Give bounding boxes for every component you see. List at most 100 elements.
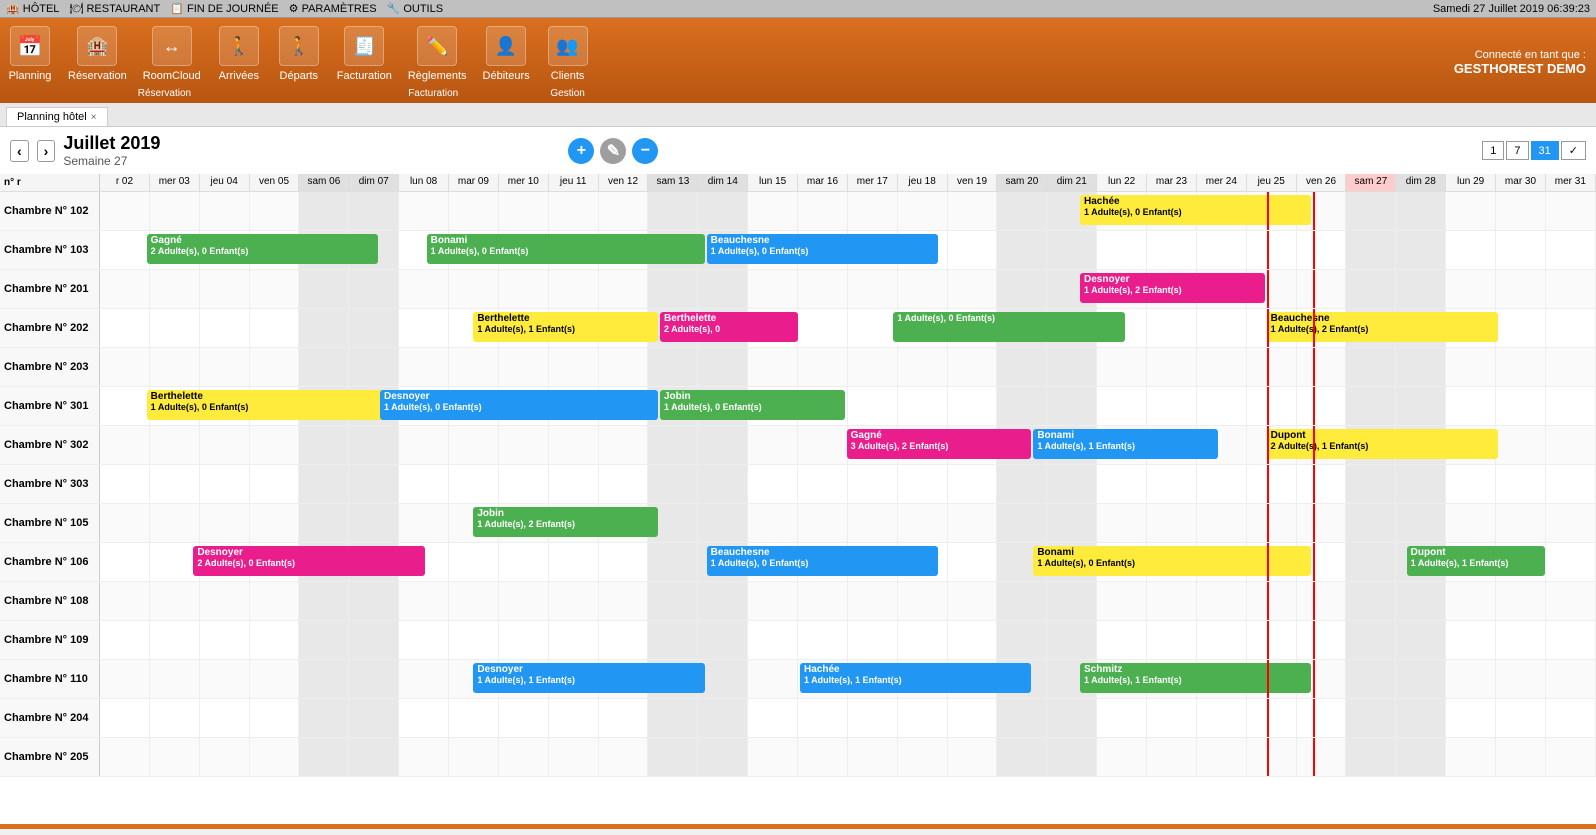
day-cell-r2-d16[interactable] — [898, 270, 948, 308]
day-cell-r6-d12[interactable] — [698, 426, 748, 464]
day-cell-r11-d23[interactable] — [1247, 621, 1297, 659]
day-cell-r9-d9[interactable] — [549, 543, 599, 581]
menu-outils[interactable]: 🔧 OUTILS — [387, 2, 443, 15]
day-cell-r14-d18[interactable] — [997, 738, 1047, 776]
reservation-block[interactable]: Dupont2 Adulte(s), 1 Enfant(s) — [1267, 429, 1498, 459]
day-cell-r8-d0[interactable] — [100, 504, 150, 542]
day-cell-r13-d7[interactable] — [449, 699, 499, 737]
day-cell-r11-d14[interactable] — [798, 621, 848, 659]
day-cell-r13-d28[interactable] — [1496, 699, 1546, 737]
day-cell-r5-d16[interactable] — [898, 387, 948, 425]
day-cell-r1-d24[interactable] — [1297, 231, 1347, 269]
reservation-block[interactable]: Desnoyer1 Adulte(s), 2 Enfant(s) — [1080, 273, 1265, 303]
day-cell-r10-d1[interactable] — [150, 582, 200, 620]
menu-fin-journee[interactable]: 📋 FIN DE JOURNÉE — [170, 2, 278, 15]
day-cell-r2-d1[interactable] — [150, 270, 200, 308]
day-cell-r4-d8[interactable] — [499, 348, 549, 386]
day-cell-r13-d29[interactable] — [1546, 699, 1596, 737]
day-cell-r3-d2[interactable] — [200, 309, 250, 347]
day-cell-r10-d6[interactable] — [399, 582, 449, 620]
day-cell-r14-d19[interactable] — [1047, 738, 1097, 776]
day-cell-r5-d22[interactable] — [1197, 387, 1247, 425]
day-cell-r9-d17[interactable] — [948, 543, 998, 581]
day-cell-r13-d19[interactable] — [1047, 699, 1097, 737]
reservation-block[interactable]: Berthelette1 Adulte(s), 1 Enfant(s) — [473, 312, 658, 342]
day-cell-r7-d23[interactable] — [1247, 465, 1297, 503]
day-cell-r12-d13[interactable] — [748, 660, 798, 698]
day-cell-r5-d27[interactable] — [1446, 387, 1496, 425]
day-cell-r0-d9[interactable] — [549, 192, 599, 230]
day-cell-r13-d14[interactable] — [798, 699, 848, 737]
day-cell-r4-d16[interactable] — [898, 348, 948, 386]
day-cell-r1-d18[interactable] — [997, 231, 1047, 269]
day-cell-r6-d28[interactable] — [1496, 426, 1546, 464]
day-cell-r5-d21[interactable] — [1147, 387, 1197, 425]
day-cell-r9-d1[interactable] — [150, 543, 200, 581]
day-cell-r9-d0[interactable] — [100, 543, 150, 581]
next-month-btn[interactable]: › — [37, 140, 56, 162]
day-cell-r10-d24[interactable] — [1297, 582, 1347, 620]
day-cell-r14-d25[interactable] — [1346, 738, 1396, 776]
day-cell-r5-d28[interactable] — [1496, 387, 1546, 425]
day-cell-r0-d16[interactable] — [898, 192, 948, 230]
day-cell-r7-d25[interactable] — [1346, 465, 1396, 503]
reservation-block[interactable]: Gagné3 Adulte(s), 2 Enfant(s) — [847, 429, 1032, 459]
day-cell-r13-d10[interactable] — [599, 699, 649, 737]
reservation-block[interactable]: Beauchesne1 Adulte(s), 0 Enfant(s) — [707, 234, 938, 264]
day-cell-r7-d19[interactable] — [1047, 465, 1097, 503]
day-cell-r12-d2[interactable] — [200, 660, 250, 698]
day-cell-r9-d11[interactable] — [648, 543, 698, 581]
day-cell-r13-d2[interactable] — [200, 699, 250, 737]
day-cell-r4-d24[interactable] — [1297, 348, 1347, 386]
day-cell-r11-d22[interactable] — [1197, 621, 1247, 659]
day-cell-r5-d17[interactable] — [948, 387, 998, 425]
day-cell-r14-d29[interactable] — [1546, 738, 1596, 776]
day-cell-r7-d24[interactable] — [1297, 465, 1347, 503]
day-cell-r9-d10[interactable] — [599, 543, 649, 581]
day-cell-r2-d15[interactable] — [848, 270, 898, 308]
view-7day-btn[interactable]: 7 — [1506, 141, 1528, 160]
day-cell-r6-d3[interactable] — [250, 426, 300, 464]
day-cell-r3-d0[interactable] — [100, 309, 150, 347]
day-cell-r13-d9[interactable] — [549, 699, 599, 737]
day-cell-r6-d11[interactable] — [648, 426, 698, 464]
day-cell-r14-d0[interactable] — [100, 738, 150, 776]
day-cell-r3-d6[interactable] — [399, 309, 449, 347]
day-cell-r11-d18[interactable] — [997, 621, 1047, 659]
day-cell-r4-d23[interactable] — [1247, 348, 1297, 386]
toolbar-btn-debtors[interactable]: 👤 Débiteurs — [475, 22, 538, 86]
day-cell-r11-d15[interactable] — [848, 621, 898, 659]
toolbar-btn-arrivals[interactable]: 🚶 Arrivées — [209, 22, 269, 86]
day-cell-r7-d7[interactable] — [449, 465, 499, 503]
day-cell-r13-d21[interactable] — [1147, 699, 1197, 737]
day-cell-r5-d26[interactable] — [1396, 387, 1446, 425]
day-cell-r1-d21[interactable] — [1147, 231, 1197, 269]
day-cell-r11-d9[interactable] — [549, 621, 599, 659]
day-cell-r10-d0[interactable] — [100, 582, 150, 620]
day-cell-r14-d7[interactable] — [449, 738, 499, 776]
day-cell-r0-d29[interactable] — [1546, 192, 1596, 230]
day-cell-r8-d4[interactable] — [299, 504, 349, 542]
day-cell-r8-d16[interactable] — [898, 504, 948, 542]
day-cell-r7-d9[interactable] — [549, 465, 599, 503]
day-cell-r13-d6[interactable] — [399, 699, 449, 737]
view-1day-btn[interactable]: 1 — [1482, 141, 1504, 160]
day-cell-r14-d9[interactable] — [549, 738, 599, 776]
day-cell-r13-d8[interactable] — [499, 699, 549, 737]
day-cell-r12-d6[interactable] — [399, 660, 449, 698]
reservation-block[interactable]: Dupont1 Adulte(s), 1 Enfant(s) — [1407, 546, 1545, 576]
day-cell-r7-d17[interactable] — [948, 465, 998, 503]
prev-month-btn[interactable]: ‹ — [10, 140, 29, 162]
day-cell-r11-d3[interactable] — [250, 621, 300, 659]
day-cell-r11-d12[interactable] — [698, 621, 748, 659]
day-cell-r7-d22[interactable] — [1197, 465, 1247, 503]
day-cell-r2-d9[interactable] — [549, 270, 599, 308]
day-cell-r3-d1[interactable] — [150, 309, 200, 347]
day-cell-r11-d19[interactable] — [1047, 621, 1097, 659]
day-cell-r3-d3[interactable] — [250, 309, 300, 347]
reservation-block[interactable]: Hachée1 Adulte(s), 0 Enfant(s) — [1080, 195, 1311, 225]
reservation-block[interactable]: Jobin1 Adulte(s), 0 Enfant(s) — [660, 390, 845, 420]
day-cell-r14-d5[interactable] — [349, 738, 399, 776]
day-cell-r5-d0[interactable] — [100, 387, 150, 425]
toolbar-btn-departures[interactable]: 🚶 Départs — [269, 22, 329, 86]
